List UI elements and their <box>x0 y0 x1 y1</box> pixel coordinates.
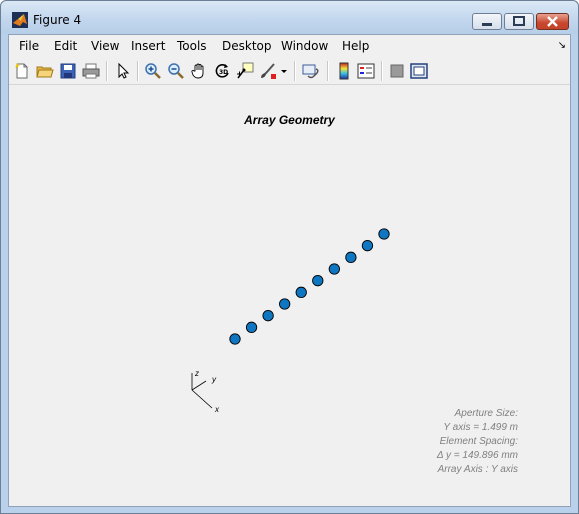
hide-plot-tools-icon[interactable] <box>388 62 406 80</box>
menu-insert[interactable]: Insert <box>131 39 165 53</box>
figure-client-area: File Edit View Insert Tools Desktop Wind… <box>8 34 571 507</box>
toolbar-separator <box>381 61 383 81</box>
menu-tools[interactable]: Tools <box>177 39 207 53</box>
y-axis-line <box>191 380 207 391</box>
array-element-marker <box>245 321 258 333</box>
array-info-text: Aperture Size: Y axis = 1.499 m Element … <box>437 407 518 477</box>
menu-view[interactable]: View <box>91 39 119 53</box>
show-plot-tools-icon[interactable] <box>410 62 428 80</box>
array-element-marker <box>361 240 374 252</box>
legend-icon[interactable] <box>357 62 375 80</box>
dock-figure-icon[interactable]: ↘ <box>558 40 566 51</box>
open-file-icon[interactable] <box>36 62 54 80</box>
menu-file[interactable]: File <box>19 39 39 53</box>
array-element-marker <box>279 298 291 310</box>
maximize-button[interactable] <box>504 13 534 30</box>
menu-desktop[interactable]: Desktop <box>222 39 272 53</box>
toolbar-separator <box>106 61 108 81</box>
element-spacing-label: Element Spacing: <box>439 436 518 447</box>
array-element-marker <box>345 251 357 263</box>
brush-icon[interactable] <box>259 62 277 80</box>
menu-edit[interactable]: Edit <box>54 39 77 53</box>
array-element-marker <box>229 333 241 345</box>
menu-bar: File Edit View Insert Tools Desktop Wind… <box>9 35 570 58</box>
aperture-size-value: Y axis = 1.499 m <box>443 422 518 433</box>
array-element-marker <box>262 310 274 322</box>
data-cursor-icon[interactable] <box>236 62 254 80</box>
array-element-marker <box>378 228 390 240</box>
toolbar-separator <box>294 61 296 81</box>
print-icon[interactable] <box>82 62 100 80</box>
maximize-icon <box>513 16 525 26</box>
title-bar[interactable]: Figure 4 <box>1 1 578 34</box>
array-axis-label: Array Axis : Y axis <box>437 464 518 475</box>
array-element-marker <box>295 286 307 298</box>
svg-text:3D: 3D <box>219 69 228 76</box>
link-plot-icon[interactable] <box>302 62 320 80</box>
toolbar-separator <box>137 61 139 81</box>
rotate-3d-icon[interactable]: 3D <box>213 62 231 80</box>
new-figure-icon[interactable] <box>13 62 31 80</box>
minimize-button[interactable] <box>472 13 502 30</box>
edit-plot-pointer-icon[interactable] <box>114 62 132 80</box>
y-axis-label: y <box>211 375 217 384</box>
x-axis-label: x <box>214 405 220 414</box>
axes-orientation-triad: z y x <box>191 369 220 414</box>
array-elements <box>229 228 390 345</box>
colorbar-icon[interactable] <box>335 62 353 80</box>
pan-hand-icon[interactable] <box>190 62 208 80</box>
close-button[interactable] <box>536 13 569 30</box>
array-element-marker <box>328 263 340 275</box>
z-axis-label: z <box>194 369 199 378</box>
window-title: Figure 4 <box>33 13 82 27</box>
menu-window[interactable]: Window <box>281 39 328 53</box>
zoom-out-icon[interactable] <box>167 62 185 80</box>
close-icon <box>547 16 558 27</box>
element-spacing-value: Δ y = 149.896 mm <box>436 450 518 461</box>
menu-help[interactable]: Help <box>342 39 369 53</box>
toolbar-separator <box>327 61 329 81</box>
x-axis-line <box>191 389 213 409</box>
save-icon[interactable] <box>59 62 77 80</box>
aperture-size-label: Aperture Size: <box>454 408 518 419</box>
figure-toolbar: 3D <box>9 58 570 85</box>
brush-dropdown-icon[interactable] <box>280 62 288 80</box>
matlab-logo-icon <box>12 12 28 28</box>
figure-window: Figure 4 File Edit View Insert Tools Des… <box>0 0 579 514</box>
zoom-in-icon[interactable] <box>144 62 162 80</box>
array-element-marker <box>312 275 324 287</box>
minimize-icon <box>482 23 492 26</box>
